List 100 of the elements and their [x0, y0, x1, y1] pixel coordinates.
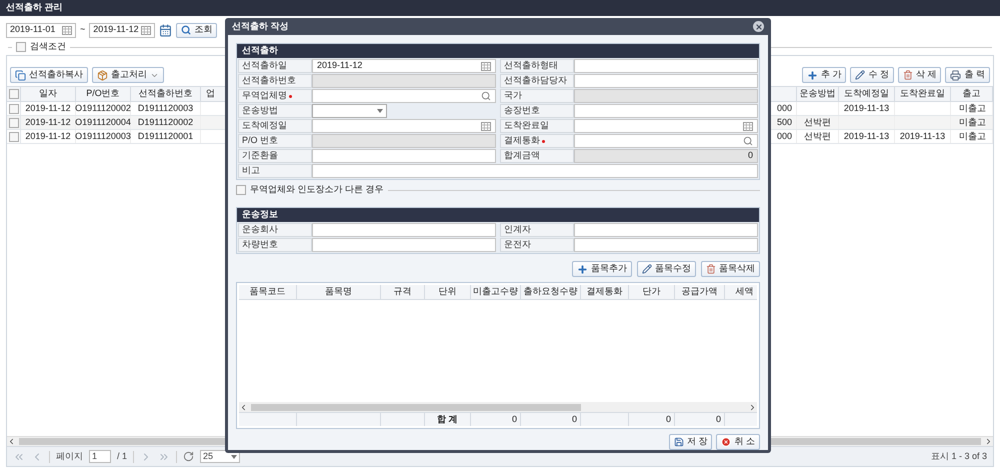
toolbar-button[interactable]: 추 가 [802, 67, 846, 83]
scroll-right-icon[interactable] [984, 437, 993, 446]
calendar-icon[interactable] [481, 122, 491, 130]
search-icon [481, 91, 491, 101]
input-field[interactable] [312, 149, 496, 163]
calendar-icon[interactable] [159, 24, 172, 36]
column-header[interactable]: P/O번호 [76, 87, 131, 101]
toolbar-button[interactable]: 품목추가 [572, 261, 632, 277]
field-label: 운송회사 [238, 223, 312, 237]
input-field[interactable] [574, 59, 758, 73]
field-label: 비고 [238, 164, 312, 178]
table-cell: 선박편 [797, 130, 839, 143]
toolbar-button[interactable]: 품목삭제 [701, 261, 760, 277]
calendar-icon[interactable] [743, 122, 753, 130]
date-field[interactable] [574, 119, 758, 133]
select-field[interactable] [312, 104, 387, 118]
date-field[interactable]: 2019-11-01 [6, 22, 76, 38]
column-header[interactable]: 도착완료일 [895, 87, 951, 101]
row-checkbox[interactable] [8, 104, 18, 114]
date-field[interactable]: 2019-11-12 [89, 22, 156, 38]
page-size-select[interactable]: 25 [200, 450, 240, 463]
column-header[interactable]: 운송방법 [797, 87, 839, 101]
field-label: 도착예정일 [238, 119, 312, 133]
page-title-bar: 선적출하 관리 [0, 0, 1000, 16]
column-header[interactable]: 결제통화 [581, 285, 629, 299]
field-label: 운전자 [500, 238, 574, 252]
readonly-field: 0 [574, 149, 758, 163]
field-label: P/O 번호 [238, 134, 312, 148]
column-header[interactable]: 세액 [725, 285, 757, 299]
column-header[interactable]: 선적출하번호 [131, 87, 201, 101]
table-cell: D1911120001 [131, 130, 201, 143]
toolbar-button[interactable]: 수 정 [850, 67, 894, 83]
scroll-left-icon[interactable] [7, 437, 16, 446]
field-label: 합계금액 [500, 149, 574, 163]
lookup-field[interactable] [574, 134, 758, 148]
field-label: 운송방법 [238, 104, 312, 118]
input-field[interactable] [574, 238, 758, 252]
table-cell: 2019-11-13 [839, 102, 895, 115]
trash-icon [706, 264, 716, 274]
scroll-right-icon[interactable] [748, 402, 757, 412]
record-summary: 표시 1 - 3 of 3 [930, 450, 987, 463]
lookup-field[interactable] [312, 89, 496, 103]
row-checkbox[interactable] [8, 132, 18, 142]
checkbox-label: 검색조건 [30, 40, 66, 54]
field-label: 선적출하일 [238, 59, 312, 73]
floppy-icon [674, 437, 684, 447]
search-button[interactable]: 조회 [176, 22, 218, 38]
column-header[interactable]: 단가 [629, 285, 675, 299]
caret-icon [377, 109, 383, 113]
select-all-checkbox[interactable] [8, 89, 18, 99]
horizontal-scrollbar[interactable] [239, 402, 757, 412]
field-label: 결제통화 [500, 134, 574, 148]
row-checkbox[interactable] [8, 118, 18, 128]
input-field[interactable] [312, 238, 496, 252]
input-field[interactable] [312, 223, 496, 237]
input-field[interactable] [574, 223, 758, 237]
date-field[interactable] [312, 119, 496, 133]
column-header[interactable]: 규격 [381, 285, 425, 299]
toolbar-button[interactable]: 삭 제 [898, 67, 942, 83]
checkbox[interactable] [236, 185, 246, 195]
column-header[interactable]: 단위 [425, 285, 471, 299]
toolbar-button[interactable]: 선적출하복사 [10, 67, 88, 83]
table-cell: 2019-11-12 [21, 116, 76, 129]
input-field[interactable] [574, 74, 758, 88]
dropdown-button[interactable]: 출고처리 [92, 67, 164, 83]
field-label: 선적출하담당자 [500, 74, 574, 88]
field-label: 선적출하번호 [238, 74, 312, 88]
toolbar-button[interactable]: 출 력 [945, 67, 990, 83]
column-header[interactable]: 도착예정일 [839, 87, 895, 101]
input-field[interactable] [574, 104, 758, 118]
column-header[interactable]: 출하요청수량 [521, 285, 581, 299]
table-cell: O1911120002 [76, 102, 131, 115]
column-header[interactable]: 미출고수량 [471, 285, 521, 299]
save-button[interactable]: 저 장 [668, 434, 712, 450]
cancel-icon [721, 437, 732, 447]
column-header[interactable]: 공급가액 [675, 285, 725, 299]
column-header[interactable]: 일자 [21, 87, 76, 101]
box-icon [97, 70, 108, 80]
field-label: 도착완료일 [500, 119, 574, 133]
close-icon[interactable] [753, 21, 764, 32]
input-field[interactable] [312, 164, 758, 178]
date-field[interactable]: 2019-11-12 [312, 59, 496, 73]
table-cell: 2019-11-12 [21, 130, 76, 143]
calendar-icon[interactable] [481, 62, 491, 70]
cancel-button[interactable]: 취 소 [716, 434, 760, 450]
search-icon [181, 25, 192, 35]
table-cell: 미출고 [951, 102, 993, 115]
scroll-left-icon[interactable] [239, 402, 248, 412]
field-label: 선적출하형태 [500, 59, 574, 73]
column-header[interactable]: 출고 [951, 87, 993, 101]
calendar-icon[interactable] [141, 26, 152, 34]
column-header[interactable]: 품목명 [297, 285, 381, 299]
calendar-icon[interactable] [62, 26, 72, 34]
checkbox[interactable] [16, 42, 26, 52]
page-field[interactable]: 1 [89, 450, 111, 463]
table-cell: D1911120002 [131, 116, 201, 129]
column-header[interactable]: 품목코드 [239, 285, 297, 299]
total-label: 합 계 [425, 413, 471, 426]
toolbar-button[interactable]: 품목수정 [637, 261, 696, 277]
refresh-icon[interactable] [183, 451, 194, 462]
